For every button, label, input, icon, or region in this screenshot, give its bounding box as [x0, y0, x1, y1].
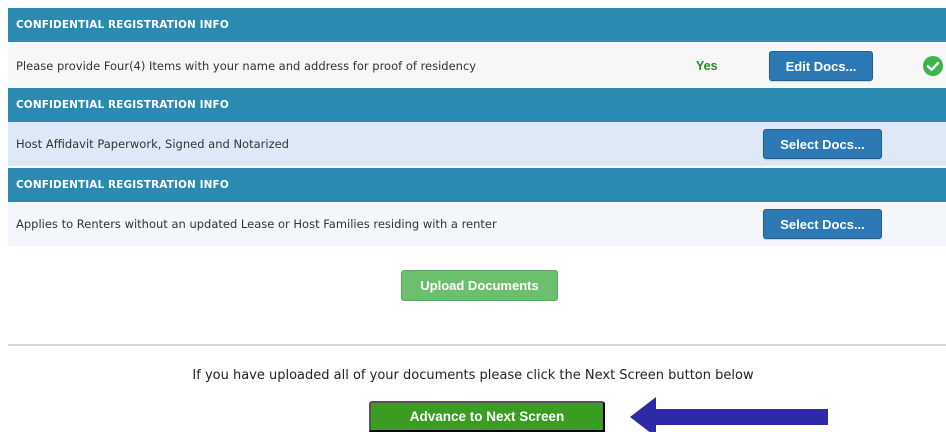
status-yes-label: Yes — [696, 59, 718, 73]
section-header-residency: CONFIDENTIAL REGISTRATION INFO — [8, 8, 946, 42]
divider — [8, 344, 946, 346]
doc-description: Applies to Renters without an updated Le… — [16, 217, 497, 231]
section-header-renters: CONFIDENTIAL REGISTRATION INFO — [8, 168, 946, 202]
doc-row-residency: Please provide Four(4) Items with your n… — [8, 44, 946, 88]
edit-docs-button[interactable]: Edit Docs... — [769, 51, 873, 81]
advance-next-screen-button[interactable]: Advance to Next Screen — [369, 401, 605, 432]
upload-documents-button[interactable]: Upload Documents — [401, 270, 558, 301]
check-circle-icon — [923, 56, 943, 76]
doc-description: Host Affidavit Paperwork, Signed and Not… — [16, 137, 289, 151]
select-docs-button[interactable]: Select Docs... — [763, 129, 882, 159]
arrow-left-icon — [630, 397, 828, 432]
doc-description: Please provide Four(4) Items with your n… — [16, 59, 477, 73]
doc-row-renters: Applies to Renters without an updated Le… — [8, 202, 946, 246]
doc-row-affidavit: Host Affidavit Paperwork, Signed and Not… — [8, 122, 946, 166]
section-header-affidavit: CONFIDENTIAL REGISTRATION INFO — [8, 88, 946, 122]
select-docs-button[interactable]: Select Docs... — [763, 209, 882, 239]
instruction-text: If you have uploaded all of your documen… — [192, 368, 754, 383]
